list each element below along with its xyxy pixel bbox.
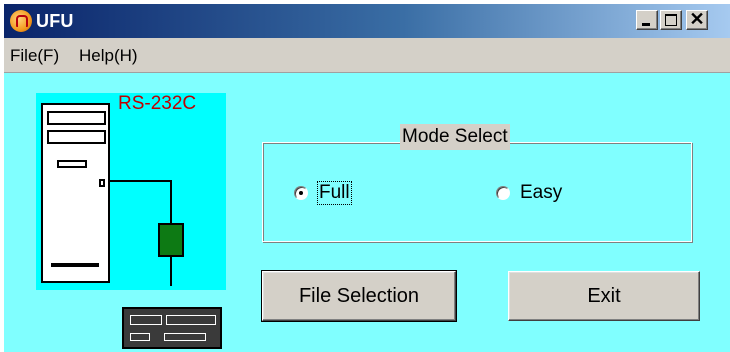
minimize-icon: [642, 23, 650, 26]
menu-file[interactable]: File(F): [10, 46, 59, 66]
maximize-icon: [665, 14, 677, 26]
rs232c-illustration: RS-232C: [36, 93, 226, 349]
app-window: UFU ✕ File(F) Help(H) RS-232C Mode Selec…: [4, 4, 730, 352]
radio-full[interactable]: Full: [294, 180, 352, 206]
app-icon[interactable]: [10, 10, 32, 32]
maximize-button[interactable]: [660, 10, 682, 30]
menu-bar: File(F) Help(H): [4, 38, 730, 68]
cable-line: [110, 180, 170, 182]
rs232c-label: RS-232C: [118, 93, 197, 114]
radio-easy-indicator[interactable]: [496, 186, 510, 200]
close-button[interactable]: ✕: [686, 9, 708, 30]
file-selection-button[interactable]: File Selection: [261, 270, 457, 322]
radio-full-indicator[interactable]: [294, 186, 308, 200]
minimize-button[interactable]: [636, 10, 658, 30]
radio-full-label[interactable]: Full: [317, 181, 352, 205]
client-area: RS-232C Mode Select Full Easy File Selec…: [4, 72, 730, 352]
pc-tower-icon: [41, 103, 110, 283]
menu-help[interactable]: Help(H): [79, 46, 138, 66]
radio-easy-label[interactable]: Easy: [520, 182, 562, 204]
mode-select-title: Mode Select: [400, 124, 510, 150]
converter-icon: [158, 223, 184, 257]
device-icon: [122, 307, 222, 349]
cable-line: [170, 256, 172, 286]
close-icon: ✕: [689, 9, 705, 29]
window-title: UFU: [36, 11, 74, 31]
radio-easy[interactable]: Easy: [496, 180, 562, 206]
cable-line: [170, 180, 172, 223]
exit-button[interactable]: Exit: [508, 271, 700, 321]
title-bar[interactable]: UFU ✕: [4, 4, 730, 38]
